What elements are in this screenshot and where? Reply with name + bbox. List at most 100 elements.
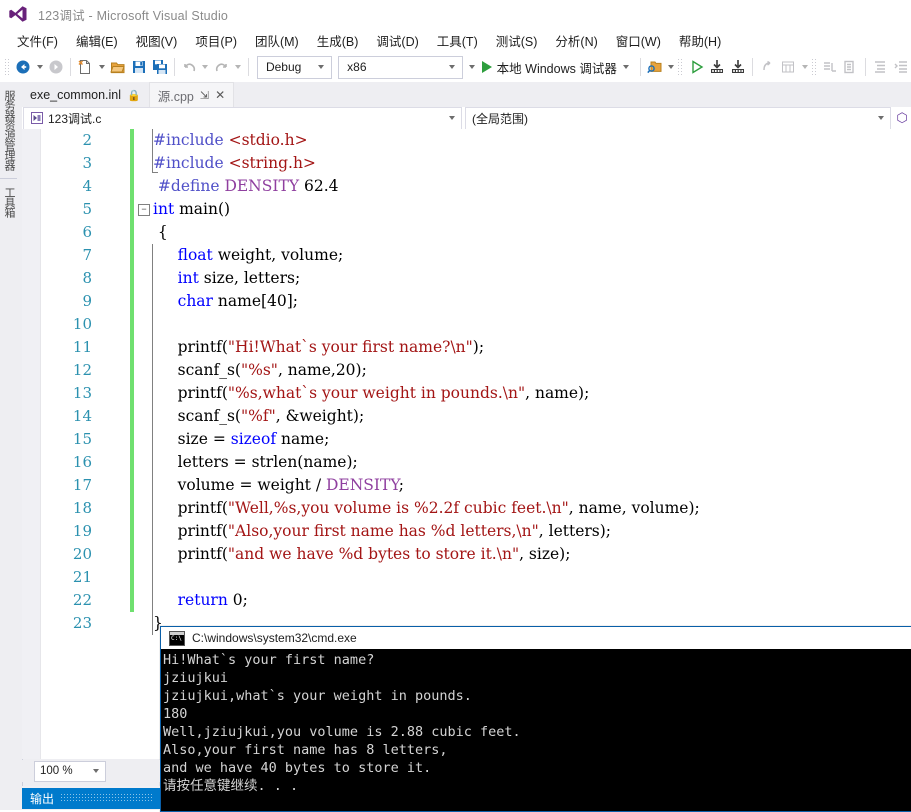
code-text: #define DENSITY 62.4 [153,177,339,195]
fold-toggle-icon[interactable]: − [138,204,150,216]
comment-icon[interactable] [820,56,839,78]
code-line[interactable]: 18 printf("Well,%s,you volume is %2.2f c… [22,497,911,520]
outdent-icon[interactable] [891,56,910,78]
code-text: #include <string.h> [153,154,316,172]
new-item-icon[interactable] [76,56,95,78]
code-line[interactable]: 21 [22,566,911,589]
redo-dropdown-icon[interactable] [235,65,242,69]
code-text: #include <stdio.h> [153,131,308,149]
continue-icon[interactable] [687,56,706,78]
menu-item-file[interactable]: 文件(F) [8,29,67,52]
code-line[interactable]: 10 [22,313,911,336]
console-window[interactable]: C:\windows\system32\cmd.exe Hi!What`s yo… [160,626,911,812]
save-icon[interactable] [129,56,148,78]
solution-configuration-select[interactable]: Debug [256,55,333,79]
code-line[interactable]: 2 #include <stdio.h> [22,129,911,152]
code-line[interactable]: 14 scanf_s("%f", &weight); [22,405,911,428]
menu-item-edit[interactable]: 编辑(E) [67,29,127,52]
editor-zoom-bar: 100 % [22,760,160,782]
code-line[interactable]: 9 char name[40]; [22,290,911,313]
uncomment-icon[interactable] [841,56,860,78]
code-line[interactable]: 8 int size, letters; [22,267,911,290]
line-number: 6 [82,223,92,241]
line-number: 18 [72,499,92,517]
code-line[interactable]: 13 printf("%s,what`s your weight in poun… [22,382,911,405]
toolbar-grip[interactable] [677,58,685,76]
undo-icon[interactable] [180,56,199,78]
title-bar: 123调试 - Microsoft Visual Studio [0,0,911,28]
code-line[interactable]: 19 printf("Also,your first name has %d l… [22,520,911,543]
navigate-forward-icon[interactable] [47,56,66,78]
code-text: { [153,223,168,241]
step-over-icon[interactable] [729,56,748,78]
code-line[interactable]: 20 printf("and we have %d bytes to store… [22,543,911,566]
line-number: 17 [72,476,92,494]
change-bar [130,244,134,267]
code-line[interactable]: 7 float weight, volume; [22,244,911,267]
code-line[interactable]: 15 size = sizeof name; [22,428,911,451]
solution-platform-select[interactable]: x86 [338,55,463,79]
code-text: char name[40]; [177,292,299,310]
find-in-files-icon[interactable] [646,56,665,78]
toolbar-grip[interactable] [4,58,11,76]
menu-item-project[interactable]: 项目(P) [186,29,246,52]
code-line[interactable]: 3 #include <string.h> [22,152,911,175]
code-line[interactable]: 12 scanf_s("%s", name,20); [22,359,911,382]
pin-icon[interactable]: ⇲ [200,89,209,102]
code-line[interactable]: 17 volume = weight / DENSITY; [22,474,911,497]
scope-cube-icon[interactable]: ⬡ [893,110,911,126]
tab-label: exe_common.inl [30,88,122,102]
undo-dropdown-icon[interactable] [202,65,209,69]
code-line[interactable]: 11 printf("Hi!What`s your first name?\n"… [22,336,911,359]
code-line[interactable]: 22 return 0; [22,589,911,612]
save-all-icon[interactable] [150,56,169,78]
start-debugging-label: 本地 Windows 调试器 [496,61,617,76]
breakpoints-dropdown-icon[interactable] [801,65,808,69]
scope-select[interactable]: (全局范围) [465,106,891,130]
c-file-icon [30,111,44,125]
menu-item-help[interactable]: 帮助(H) [670,29,730,52]
zoom-select[interactable]: 100 % [34,760,106,782]
tab-drag-dots[interactable] [60,793,152,803]
close-icon[interactable]: ✕ [215,88,225,102]
change-bar [130,451,134,474]
sidebar-item-toolbox[interactable]: 工具箱 [0,178,17,225]
menu-item-tools[interactable]: 工具(T) [428,29,487,52]
chevron-down-icon [449,116,455,120]
platform-extra-dropdown-icon[interactable] [468,65,475,69]
project-file-select[interactable]: 123调试.c [23,106,462,130]
menu-item-window[interactable]: 窗口(W) [607,29,670,52]
menu-item-test[interactable]: 测试(S) [487,29,547,52]
change-bar [130,221,134,244]
menu-item-debug[interactable]: 调试(D) [367,29,427,52]
find-dropdown-icon[interactable] [668,65,675,69]
code-line[interactable]: 4 #define DENSITY 62.4 [22,175,911,198]
menu-item-view[interactable]: 视图(V) [127,29,187,52]
breakpoints-icon[interactable] [779,56,798,78]
change-bar [130,359,134,382]
toolbar-grip[interactable] [810,58,818,76]
tab-exe-common-inl[interactable]: exe_common.inl 🔒 [22,83,149,107]
step-out-icon[interactable] [758,56,777,78]
line-number: 13 [72,384,92,402]
sidebar-item-server-explorer[interactable]: 服务器资源管理器 [0,82,17,178]
tab-output[interactable]: 输出 [22,787,160,809]
navigate-back-dropdown-icon[interactable] [36,65,43,69]
code-line[interactable]: 16 letters = strlen(name); [22,451,911,474]
line-number: 12 [72,361,92,379]
step-into-icon[interactable] [708,56,727,78]
menu-item-analyze[interactable]: 分析(N) [546,29,606,52]
tab-source-cpp[interactable]: 源.cpp ⇲ ✕ [148,82,235,107]
menu-item-build[interactable]: 生成(B) [308,29,368,52]
new-item-dropdown-icon[interactable] [98,65,105,69]
open-file-icon[interactable] [109,56,128,78]
chevron-down-icon[interactable] [622,65,629,69]
indent-icon[interactable] [871,56,890,78]
start-debugging-button[interactable]: 本地 Windows 调试器 [478,56,636,78]
visual-studio-logo-icon [8,4,28,24]
navigate-back-icon[interactable] [14,56,33,78]
code-line[interactable]: 5 − int main() [22,198,911,221]
menu-item-team[interactable]: 团队(M) [246,29,308,52]
redo-icon[interactable] [212,56,231,78]
code-line[interactable]: 6 { [22,221,911,244]
